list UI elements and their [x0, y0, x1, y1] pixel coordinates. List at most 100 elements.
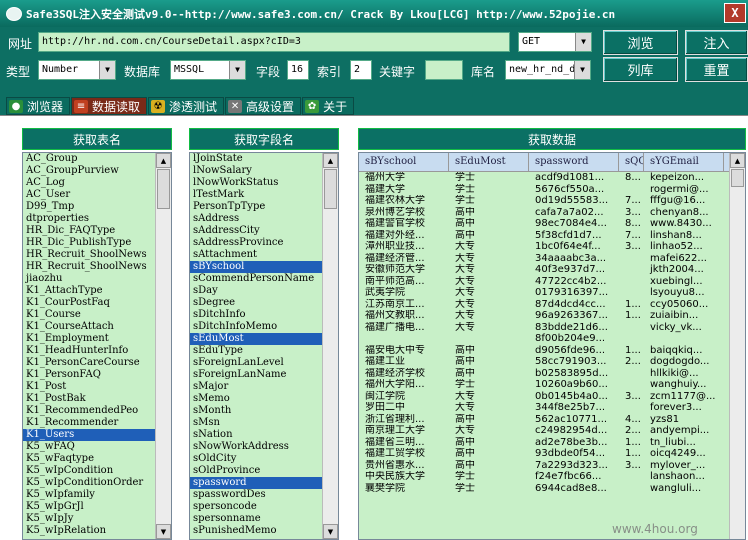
list-item[interactable]: HR_Dic_PublishType [23, 237, 171, 249]
list-item[interactable]: K1_PersonCareCourse [23, 357, 171, 369]
table-row[interactable]: 福建经济管... 大专 34aaaabc3a... mafei622... [359, 253, 745, 265]
list-item[interactable]: HR_Dic_FAQType [23, 225, 171, 237]
tab-pentest[interactable]: ☢ 渗透测试 [148, 97, 225, 115]
table-row[interactable]: 8f00b204e9... [359, 333, 745, 345]
table-row[interactable]: 福建广播电... 大专 83bdde21d6... vicky_vk... [359, 322, 745, 334]
list-item[interactable]: sDitchInfo [190, 309, 338, 321]
list-item[interactable]: sCommendPersonName [190, 273, 338, 285]
list-item[interactable]: K5_wIpGrJl [23, 501, 171, 513]
list-item[interactable]: sAttachment [190, 249, 338, 261]
inject-button[interactable]: 注入 [685, 30, 748, 55]
list-item[interactable]: sDegree [190, 297, 338, 309]
list-item[interactable]: K1_Post [23, 381, 171, 393]
list-item[interactable]: sMonth [190, 405, 338, 417]
list-item[interactable]: sForeignLanLevel [190, 357, 338, 369]
tab-data-read[interactable]: ≡ 数据读取 [71, 97, 148, 115]
list-item[interactable]: K1_Employment [23, 333, 171, 345]
table-row[interactable]: 福建农林大学 学士 0d19d55583... 7... fffgu@16... [359, 195, 745, 207]
list-item[interactable]: K5_wFaqtype [23, 453, 171, 465]
table-row[interactable]: 中央民族大学 学士 f24e7fbc66... lanshaon... [359, 471, 745, 483]
db-select[interactable]: MSSQL ▼ [170, 60, 246, 80]
list-item[interactable]: spassword [190, 477, 338, 489]
table-row[interactable]: 南京理工大学 大专 c24982954d... 2... andyempi... [359, 425, 745, 437]
table-row[interactable]: 福建对外经... 高中 5f38cfd1d7... 7... linshan8... [359, 230, 745, 242]
list-item[interactable]: sForeignLanName [190, 369, 338, 381]
table-row[interactable]: 福建大学 学士 5676cf550a... rogermi@... [359, 184, 745, 196]
list-item[interactable]: spersonname [190, 513, 338, 525]
listdb-button[interactable]: 列库 [603, 57, 678, 82]
table-row[interactable]: 福建警官学校 高中 98ec7084e4... 8... www.8430... [359, 218, 745, 230]
list-item[interactable]: spasswordDes [190, 489, 338, 501]
list-item[interactable]: sAddress [190, 213, 338, 225]
tab-about[interactable]: ✿ 关于 [302, 97, 355, 115]
table-row[interactable]: 福安电大中专 高中 d9056fde96... 1... baiqqkiq... [359, 345, 745, 357]
table-row[interactable]: 泉州博艺学校 高中 cafa7a7a02... 3... chenyan8... [359, 207, 745, 219]
keyword-input[interactable] [425, 60, 463, 80]
scroll-up-icon[interactable]: ▲ [156, 153, 171, 168]
table-row[interactable]: 江苏南京工... 大专 87d4dcd4cc... 1... ccy05060... [359, 299, 745, 311]
list-item[interactable]: sNation [190, 429, 338, 441]
tables-list[interactable]: AC_Group AC_GroupPurview AC_Log AC_User D99_… [22, 152, 172, 540]
list-item[interactable]: sOldProvince [190, 465, 338, 477]
list-item[interactable]: K1_CourPostFaq [23, 297, 171, 309]
table-row[interactable]: 福建省三明... 高中 ad2e78be3b... 1... tn_liubi... [359, 437, 745, 449]
list-item[interactable]: AC_Group [23, 153, 171, 165]
column-header[interactable]: sBYschool [359, 153, 449, 171]
fields-scrollbar[interactable]: ▲ ▼ [322, 153, 338, 539]
table-row[interactable]: 福建工业 高中 58cc791903... 2... dogdogdo... [359, 356, 745, 368]
scroll-down-icon[interactable]: ▼ [323, 524, 338, 539]
tables-scrollbar[interactable]: ▲ ▼ [155, 153, 171, 539]
scroll-thumb[interactable] [157, 169, 170, 209]
list-item[interactable]: sAddressCity [190, 225, 338, 237]
reset-button[interactable]: 重置 [685, 57, 748, 82]
list-item[interactable]: AC_GroupPurview [23, 165, 171, 177]
list-item[interactable]: sOldCity [190, 453, 338, 465]
close-button[interactable]: X [724, 3, 746, 23]
column-header[interactable]: sQQ [619, 153, 644, 171]
url-input[interactable]: http://hr.nd.com.cn/CourseDetail.aspx?cI… [38, 32, 510, 52]
data-scrollbar[interactable]: ▲ [729, 153, 745, 539]
list-item[interactable]: D99_Tmp [23, 201, 171, 213]
list-item[interactable]: sNowWorkAddress [190, 441, 338, 453]
table-row[interactable]: 襄樊学院 学士 6944cad8e8... wangluli... [359, 483, 745, 495]
list-item[interactable]: K1_HeadHunterInfo [23, 345, 171, 357]
list-item[interactable]: sMemo [190, 393, 338, 405]
list-item[interactable]: K1_AttachType [23, 285, 171, 297]
field-input[interactable]: 16 [287, 60, 309, 80]
list-item[interactable]: HR_Recruit_ShoolNews [23, 261, 171, 273]
chevron-down-icon[interactable]: ▼ [574, 61, 590, 79]
list-item[interactable]: K1_CourseAttach [23, 321, 171, 333]
column-header[interactable]: spassword [529, 153, 619, 171]
table-row[interactable]: 福州大学 学士 acdf9d1081... 8... kepeizon... [359, 172, 745, 184]
tab-browser[interactable]: ● 浏览器 [6, 97, 71, 115]
list-item[interactable]: K1_PersonFAQ [23, 369, 171, 381]
list-item[interactable]: jiaozhu [23, 273, 171, 285]
table-row[interactable]: 浙江省理利... 高中 562ac10771... 4... yzs81 [359, 414, 745, 426]
table-row[interactable]: 福建经济学校 高中 b02583895d... hllkiki@... [359, 368, 745, 380]
table-row[interactable]: 武夷学院 大专 0179316397... lsyouyu8... [359, 287, 745, 299]
table-row[interactable]: 安徽师范大学 大专 40f3e937d7... jkth2004... [359, 264, 745, 276]
table-row[interactable]: 福州文教职... 大专 96a9263367... 1... zuiaibin... [359, 310, 745, 322]
chevron-down-icon[interactable]: ▼ [229, 61, 245, 79]
list-item[interactable]: K5_wIpJy [23, 513, 171, 525]
list-item[interactable]: K5_wFAQ [23, 441, 171, 453]
list-item[interactable]: K1_RecommendedPeo [23, 405, 171, 417]
list-item[interactable]: K1_Course [23, 309, 171, 321]
list-item[interactable]: AC_User [23, 189, 171, 201]
table-row[interactable]: 漳州职业技... 大专 1bc0f64e4f... 3... linhao52... [359, 241, 745, 253]
scroll-down-icon[interactable]: ▼ [156, 524, 171, 539]
tab-advanced[interactable]: ✕ 高级设置 [225, 97, 302, 115]
list-item[interactable]: lNowSalary [190, 165, 338, 177]
scroll-up-icon[interactable]: ▲ [323, 153, 338, 168]
table-row[interactable]: 罗田二中 大专 344f8e25b7... forever3... [359, 402, 745, 414]
list-item[interactable]: lJoinState [190, 153, 338, 165]
list-item[interactable]: sBYschool [190, 261, 338, 273]
list-item[interactable]: K5_wIpRelation [23, 525, 171, 537]
table-row[interactable]: 贵州省惠水... 高中 7a2293d323... 3... mylover_... [359, 460, 745, 472]
list-item[interactable]: K1_Recommender [23, 417, 171, 429]
method-select[interactable]: GET ▼ [518, 32, 592, 52]
chevron-down-icon[interactable]: ▼ [575, 33, 591, 51]
type-select[interactable]: Number ▼ [38, 60, 116, 80]
list-item[interactable]: lTestMark [190, 189, 338, 201]
list-item[interactable]: K1_PostBak [23, 393, 171, 405]
